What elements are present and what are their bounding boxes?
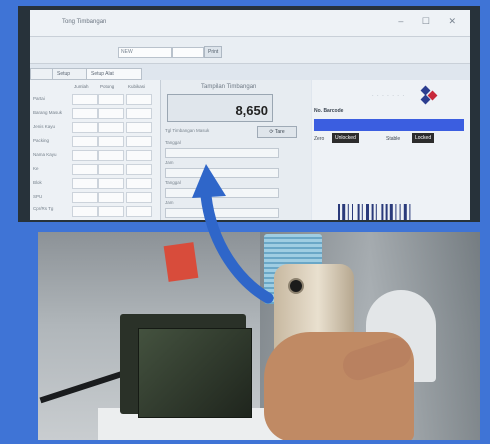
grid-cell[interactable]	[98, 122, 124, 133]
photo-scene	[38, 232, 480, 440]
barcode-input[interactable]	[314, 119, 464, 131]
locked-badge: Locked	[412, 133, 435, 143]
grid-cell[interactable]	[72, 122, 98, 133]
row-label: Nama Kayu	[33, 152, 57, 157]
brand-dots: · · · · · · ·	[372, 93, 405, 99]
row-label: Packing	[33, 138, 50, 143]
grid-cell[interactable]	[72, 192, 98, 203]
toolbar-field-code[interactable]	[172, 47, 204, 58]
grid-cell[interactable]	[98, 164, 124, 175]
barcode-label: No. Barcode	[314, 108, 344, 114]
zero-label: Zero	[314, 136, 325, 142]
row-label: Partai	[33, 96, 45, 101]
grid-cell[interactable]	[72, 108, 98, 119]
grid-cell[interactable]	[126, 150, 152, 161]
barcode-stripe	[338, 204, 340, 220]
toolbar-field-type[interactable]: NEW	[118, 47, 172, 58]
row-label: SPU	[33, 194, 43, 199]
row-label: Jenis Kayu	[33, 124, 56, 129]
grid-cell[interactable]	[126, 178, 152, 189]
title-bar: Tong Timbangan – ☐ ✕	[30, 10, 470, 37]
red-package	[163, 242, 199, 282]
field-label: Tanggal	[165, 140, 181, 145]
grid-cell[interactable]	[98, 94, 124, 105]
mid-panel: Tampilan Timbangan 8,650 ⟳ Tare Tgl Timb…	[161, 80, 311, 220]
barcode-stripe	[403, 204, 407, 220]
field-label: Tgl Timbangan Masuk	[165, 128, 210, 133]
scale-display-title: Tampilan Timbangan	[201, 84, 257, 90]
row-label: Cpr/Rs Tg	[33, 206, 54, 211]
tab-setup-alat[interactable]: Setup Alat	[86, 68, 142, 80]
window-title: Tong Timbangan	[62, 19, 107, 25]
grid-cell[interactable]	[98, 108, 124, 119]
grid-cell[interactable]	[98, 150, 124, 161]
grid-cell[interactable]	[72, 164, 98, 175]
tab-strip: Setup Setup Alat	[30, 65, 190, 80]
grid-cell[interactable]	[126, 136, 152, 147]
barcode-stripe	[357, 204, 360, 220]
field-label: Jam	[165, 200, 174, 205]
grid-cell[interactable]	[126, 108, 152, 119]
row-label: Barang Masuk	[33, 110, 63, 115]
grid-cell[interactable]	[72, 94, 98, 105]
right-panel: · · · · · · · No. Barcode Zero Unlocked …	[312, 80, 470, 220]
grid-cell[interactable]	[126, 94, 152, 105]
grid-cell[interactable]	[72, 136, 98, 147]
scale-indicator-front	[138, 328, 252, 418]
col-header-jumlah: Jumlah	[74, 84, 89, 89]
tare-button[interactable]: ⟳ Tare	[257, 126, 297, 138]
grid-cell[interactable]	[98, 178, 124, 189]
barcode-stripe	[399, 204, 401, 220]
field-label: Jam	[165, 160, 174, 165]
grid-cell[interactable]	[98, 206, 124, 217]
barcode-stripe	[389, 204, 393, 220]
barcode-stripe	[366, 204, 369, 220]
barcode-stripe	[385, 204, 388, 220]
brand-logo-icon	[420, 85, 438, 105]
left-panel: Jumlah Potong Kubikasi Partai Barang Mas…	[30, 80, 161, 220]
grid-cell[interactable]	[126, 206, 152, 217]
tare-label: Tare	[274, 129, 285, 135]
grid-cell[interactable]	[98, 192, 124, 203]
barcode-stripe	[381, 204, 384, 220]
screen: Tong Timbangan – ☐ ✕ NEW Print Setup Set…	[30, 10, 470, 220]
time-out-field[interactable]	[165, 208, 279, 218]
barcode-stripe	[361, 204, 363, 220]
window-controls[interactable]: – ☐ ✕	[398, 16, 464, 27]
barcode-stripe	[395, 204, 397, 220]
date-in-field[interactable]	[165, 148, 279, 158]
field-label: Tanggal	[165, 180, 181, 185]
grid-cell[interactable]	[126, 164, 152, 175]
grid-cell[interactable]	[72, 150, 98, 161]
row-label: Ke	[33, 166, 39, 171]
barcode-stripe	[347, 204, 349, 220]
col-header-potong: Potong	[100, 84, 115, 89]
barcode-stripe	[352, 204, 353, 220]
grid-cell[interactable]	[98, 136, 124, 147]
grid-cell[interactable]	[126, 192, 152, 203]
time-in-field[interactable]	[165, 168, 279, 178]
grid-cell[interactable]	[126, 122, 152, 133]
row-label: Blok	[33, 180, 42, 185]
grid-cell[interactable]	[72, 206, 98, 217]
date-out-field[interactable]	[165, 188, 279, 198]
grid-cell[interactable]	[72, 178, 98, 189]
print-button[interactable]: Print	[204, 46, 223, 58]
weight-display: 8,650	[167, 94, 273, 122]
barcode-stripe	[371, 204, 374, 220]
barcode-stripe	[375, 204, 377, 220]
unlocked-badge: Unlocked	[332, 133, 359, 143]
toolbar: NEW Print	[30, 37, 470, 64]
camera-lens-icon	[288, 278, 304, 294]
weight-value: 8,650	[235, 103, 268, 118]
stable-label: Stable	[386, 136, 401, 142]
barcode-stripe	[409, 204, 411, 220]
col-header-kubikasi: Kubikasi	[128, 84, 146, 89]
barcode-image	[338, 204, 411, 220]
barcode-stripe	[342, 204, 346, 220]
